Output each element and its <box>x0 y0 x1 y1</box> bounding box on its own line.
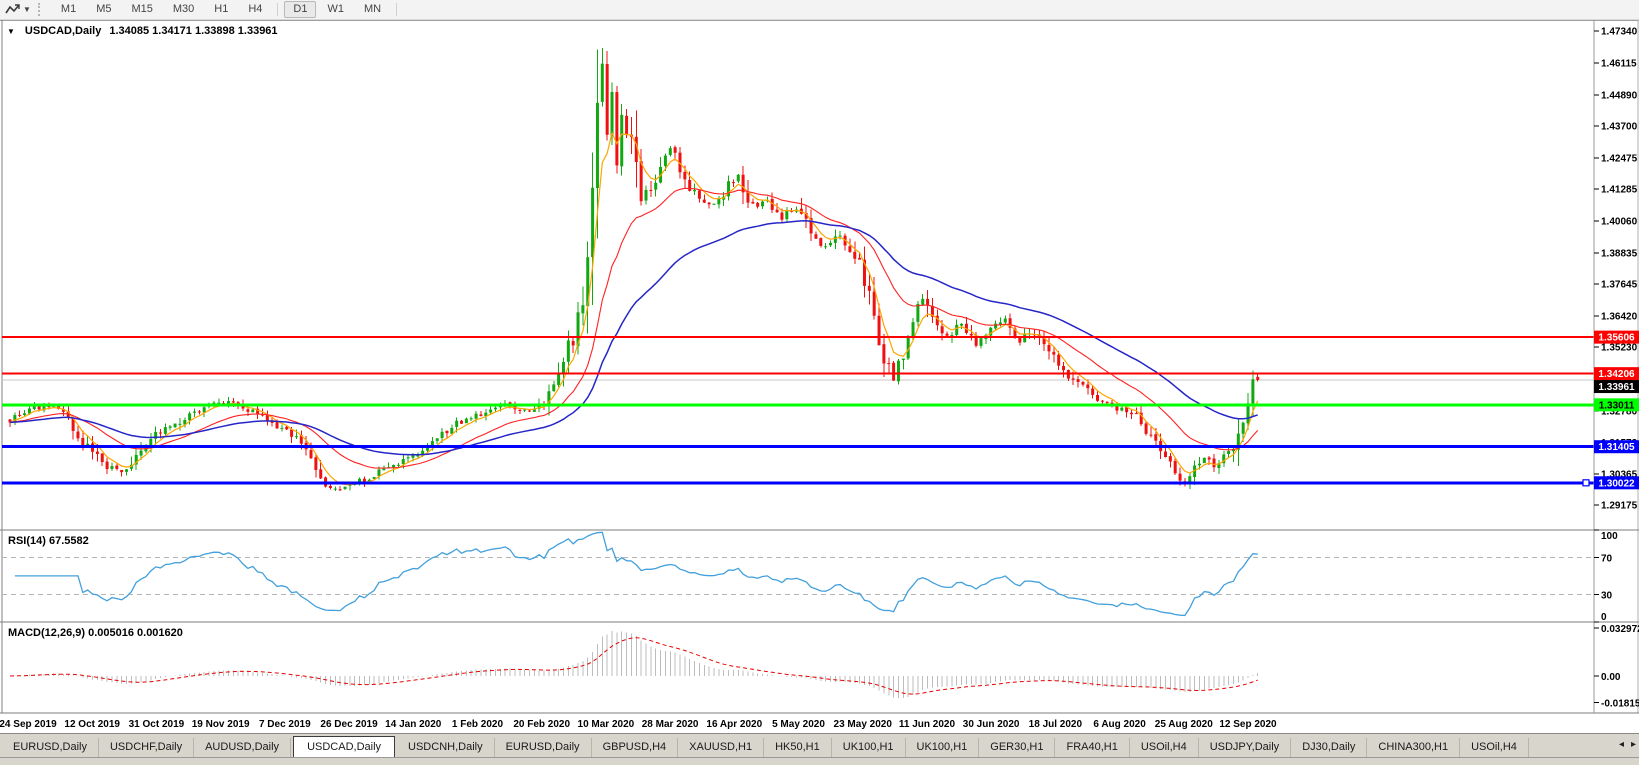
timeframe-button-mn[interactable]: MN <box>355 1 390 18</box>
toolbar-grip[interactable] <box>37 3 45 16</box>
svg-text:1.44890: 1.44890 <box>1601 90 1638 101</box>
date-label: 18 Jul 2020 <box>1029 719 1083 730</box>
date-label: 28 Mar 2020 <box>642 719 699 730</box>
chart-tab-hk50-h1[interactable]: HK50,H1 <box>764 738 832 757</box>
date-label: 26 Dec 2019 <box>320 719 378 730</box>
chart-canvas[interactable]: 1.47340 1.46115 1.44890 1.43700 1.42475 1.412… <box>0 19 1639 733</box>
toolbar-separator <box>396 3 398 16</box>
svg-text:0.032972: 0.032972 <box>1601 624 1639 635</box>
timeframe-toolbar: ▼ M1 M5 M15 M30 H1 H4 D1 W1 MN <box>0 0 1639 20</box>
chart-tab-usdchf-daily[interactable]: USDCHF,Daily <box>99 738 195 757</box>
tab-scroll-right-icon[interactable]: ▸ <box>1631 739 1636 750</box>
chart-ohlc-values: 1.34085 1.34171 1.33898 1.33961 <box>109 25 278 37</box>
svg-text:1.29175: 1.29175 <box>1601 500 1638 511</box>
svg-text:0.00: 0.00 <box>1601 672 1621 683</box>
timeframe-button-d1[interactable]: D1 <box>284 1 317 18</box>
svg-text:1.46115: 1.46115 <box>1601 58 1637 69</box>
date-label: 19 Nov 2019 <box>192 719 250 730</box>
svg-text:70: 70 <box>1601 553 1613 564</box>
date-label: 6 Aug 2020 <box>1093 719 1146 730</box>
svg-text:0: 0 <box>1601 612 1607 623</box>
svg-text:1.30022: 1.30022 <box>1598 478 1635 489</box>
svg-text:1.38835: 1.38835 <box>1601 248 1638 259</box>
svg-text:1.35230: 1.35230 <box>1601 342 1638 353</box>
date-label: 10 Mar 2020 <box>578 719 635 730</box>
svg-text:1.36420: 1.36420 <box>1601 311 1638 322</box>
chevron-down-icon[interactable]: ▼ <box>23 5 31 14</box>
svg-text:-0.018154: -0.018154 <box>1601 698 1639 709</box>
date-label: 11 Jun 2020 <box>899 719 956 730</box>
date-label: 12 Sep 2020 <box>1219 719 1277 730</box>
timeframe-button-w1[interactable]: W1 <box>318 1 353 18</box>
svg-text:1.33961: 1.33961 <box>1598 382 1635 393</box>
chart-tab-bar: EURUSD,Daily USDCHF,Daily AUDUSD,Daily USDC… <box>0 733 1639 765</box>
svg-text:1.34206: 1.34206 <box>1598 369 1635 380</box>
chart-tab-xauusd-h1[interactable]: XAUUSD,H1 <box>678 738 765 757</box>
svg-text:1.43700: 1.43700 <box>1601 121 1638 132</box>
date-label: 14 Jan 2020 <box>385 719 442 730</box>
svg-text:30: 30 <box>1601 590 1613 601</box>
svg-text:1.40060: 1.40060 <box>1601 216 1638 227</box>
svg-text:1.33011: 1.33011 <box>1599 400 1635 411</box>
svg-text:1.41285: 1.41285 <box>1601 184 1638 195</box>
chart-tab-uk100-h1[interactable]: UK100,H1 <box>906 738 980 757</box>
chart-window: 1.47340 1.46115 1.44890 1.43700 1.42475 1.412… <box>0 19 1639 733</box>
date-label: 24 Sep 2019 <box>0 719 57 730</box>
chart-tab-audusd-daily[interactable]: AUDUSD,Daily <box>194 738 292 757</box>
chart-tab-eurusd-daily[interactable]: EURUSD,Daily <box>495 738 592 757</box>
toolbar-separator <box>277 3 279 16</box>
chart-symbol-label: USDCAD,Daily <box>24 25 102 37</box>
chart-tab-fra40-h1[interactable]: FRA40,H1 <box>1055 738 1130 757</box>
chart-tab-ger30-h1[interactable]: GER30,H1 <box>979 738 1056 757</box>
chart-tab-gbpusd-h4[interactable]: GBPUSD,H4 <box>592 738 679 757</box>
chart-tab-usdcad-daily[interactable]: USDCAD,Daily <box>293 736 396 757</box>
chart-title: ▼ USDCAD,Daily 1.34085 1.34171 1.33898 1… <box>7 25 278 37</box>
date-label: 1 Feb 2020 <box>452 719 504 730</box>
timeframe-button-m5[interactable]: M5 <box>87 1 120 18</box>
svg-text:1.42475: 1.42475 <box>1601 153 1638 164</box>
svg-text:1.47340: 1.47340 <box>1601 27 1638 38</box>
date-label: 20 Feb 2020 <box>513 719 570 730</box>
chart-tab-uk100-h1[interactable]: UK100,H1 <box>832 738 906 757</box>
date-label: 12 Oct 2019 <box>64 719 120 730</box>
timeframe-button-m30[interactable]: M30 <box>164 1 203 18</box>
tab-bar-strip <box>0 757 1639 765</box>
timeframe-button-h1[interactable]: H1 <box>205 1 237 18</box>
tab-scroll-left-icon[interactable]: ◂ <box>1619 739 1624 750</box>
macd-indicator-label: MACD(12,26,9) 0.005016 0.001620 <box>8 627 183 639</box>
svg-text:1.35606: 1.35606 <box>1598 333 1635 344</box>
chart-tab-eurusd-daily[interactable]: EURUSD,Daily <box>2 738 99 757</box>
date-label: 16 Apr 2020 <box>706 719 762 730</box>
date-label: 30 Jun 2020 <box>963 719 1020 730</box>
timeframe-button-m15[interactable]: M15 <box>122 1 161 18</box>
date-label: 31 Oct 2019 <box>129 719 185 730</box>
svg-text:100: 100 <box>1601 531 1618 542</box>
chart-tab-usoil-h4[interactable]: USOil,H4 <box>1130 738 1199 757</box>
date-label: 25 Aug 2020 <box>1155 719 1213 730</box>
svg-text:1.31405: 1.31405 <box>1598 442 1635 453</box>
chart-tab-usdjpy-daily[interactable]: USDJPY,Daily <box>1199 738 1292 757</box>
chart-tab-china300-h1[interactable]: CHINA300,H1 <box>1367 738 1461 757</box>
date-label: 5 May 2020 <box>772 719 825 730</box>
chart-tab-usoil-h4[interactable]: USOil,H4 <box>1460 738 1529 757</box>
date-label: 7 Dec 2019 <box>259 719 311 730</box>
rsi-indicator-label: RSI(14) 67.5582 <box>8 535 89 547</box>
mt4-window: ▼ M1 M5 M15 M30 H1 H4 D1 W1 MN 1.47340 1.46115 1.4… <box>0 0 1639 765</box>
chart-mode-icon[interactable] <box>4 2 22 17</box>
timeframe-button-m1[interactable]: M1 <box>52 1 85 18</box>
line-anchor-handle <box>1582 479 1590 487</box>
svg-text:1.37645: 1.37645 <box>1601 279 1638 290</box>
date-label: 23 May 2020 <box>834 719 893 730</box>
chart-tab-usdcnh-daily[interactable]: USDCNH,Daily <box>397 738 495 757</box>
timeframe-button-h4[interactable]: H4 <box>239 1 271 18</box>
chart-tab-dj30-daily[interactable]: DJ30,Daily <box>1291 738 1368 757</box>
collapse-panel-icon[interactable]: ▼ <box>7 27 15 36</box>
